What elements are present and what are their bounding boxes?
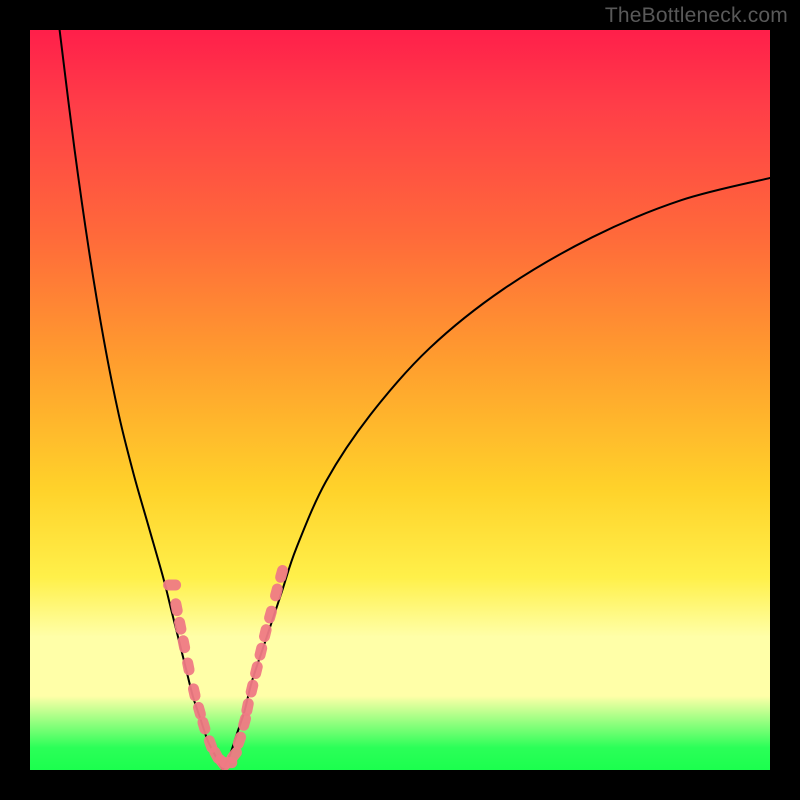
watermark-text: TheBottleneck.com xyxy=(605,4,788,28)
marker-layer xyxy=(163,564,289,770)
marker-point xyxy=(253,642,268,662)
outer-frame: TheBottleneck.com xyxy=(0,0,800,800)
marker-point xyxy=(245,679,260,699)
plot-area xyxy=(30,30,770,770)
series-layer xyxy=(60,30,770,770)
chart-svg xyxy=(30,30,770,770)
curve-right-branch xyxy=(222,178,770,770)
curve-left-branch xyxy=(60,30,223,770)
marker-point xyxy=(269,582,284,602)
marker-point xyxy=(231,730,247,751)
marker-point xyxy=(274,564,289,584)
marker-point xyxy=(163,580,181,591)
marker-point xyxy=(249,660,264,680)
marker-point xyxy=(173,616,187,636)
